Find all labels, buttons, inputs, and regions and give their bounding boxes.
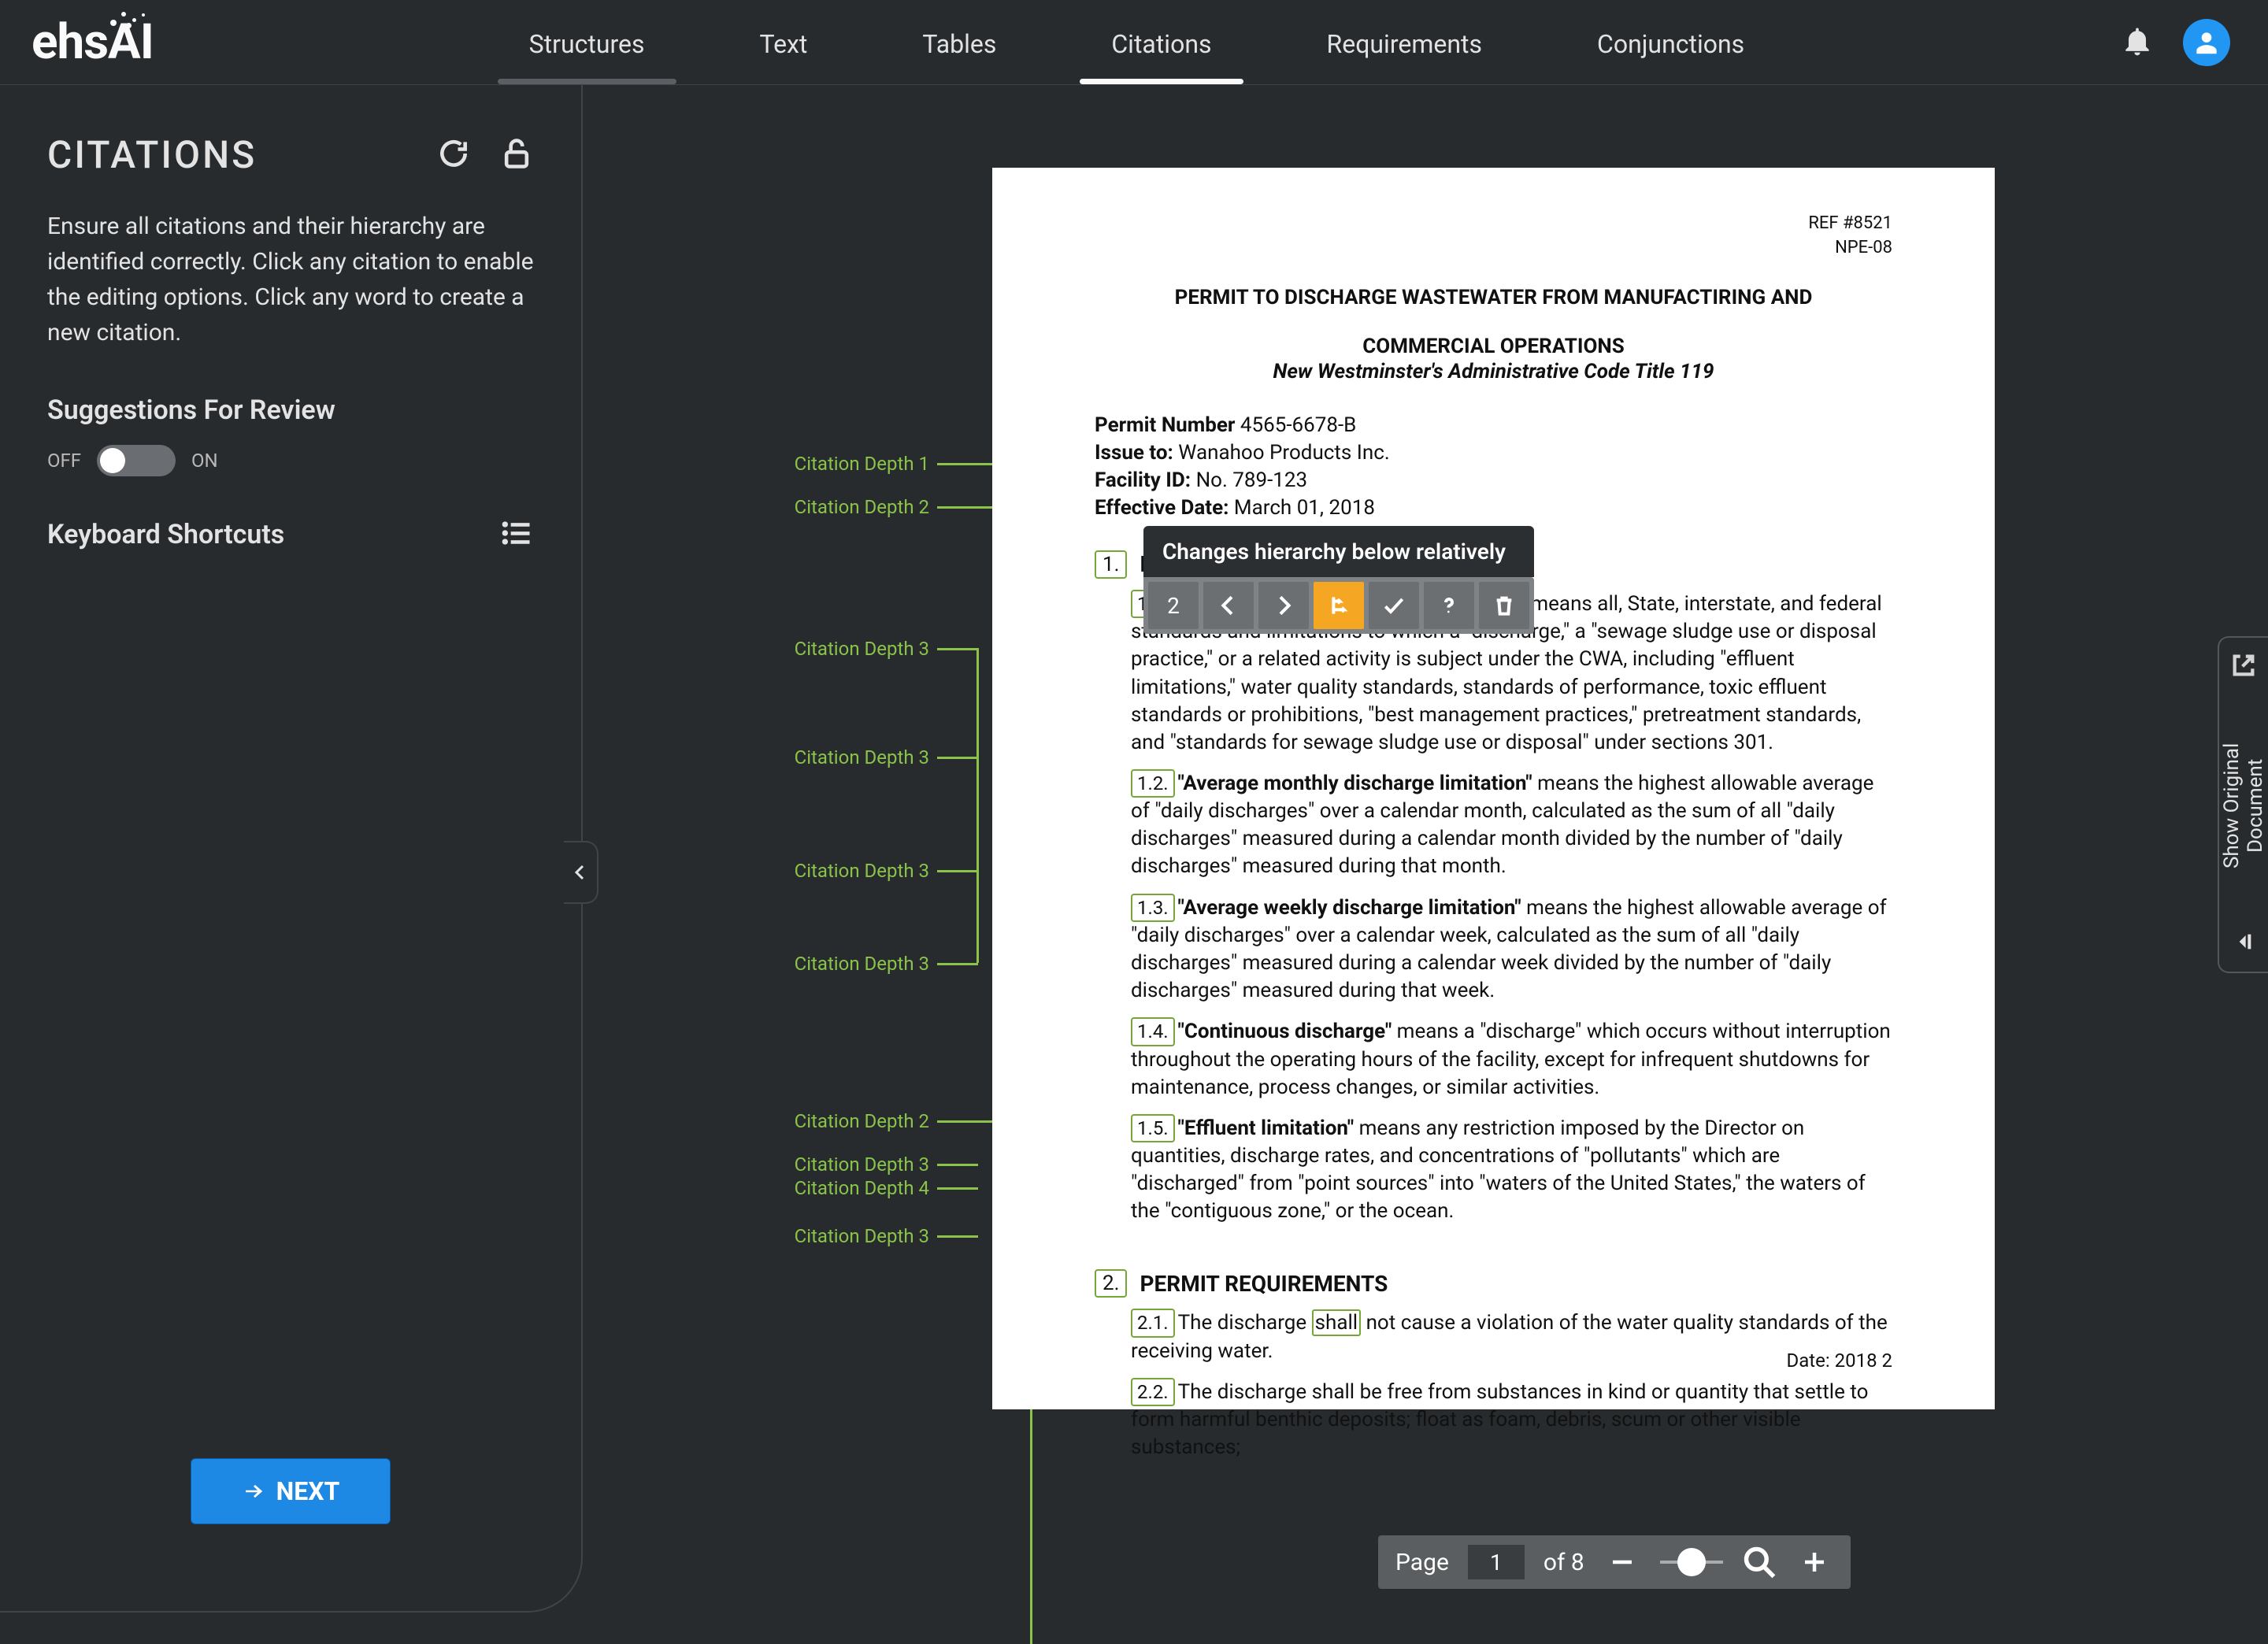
depth-label-3c: Citation Depth 3	[795, 860, 929, 882]
depth-label-3d: Citation Depth 3	[795, 953, 929, 975]
popout-icon[interactable]	[2230, 652, 2257, 682]
nav-requirements[interactable]: Requirements	[1321, 1, 1489, 84]
definition-2-1[interactable]: 2.1.The discharge shall not cause a viol…	[1131, 1309, 1892, 1364]
highlight-shall[interactable]: shall	[1312, 1309, 1362, 1336]
page-footer: Date: 2018 2	[1786, 1350, 1892, 1372]
page-of-label: of 8	[1544, 1549, 1584, 1576]
citation-1-2[interactable]: 1.2.	[1131, 769, 1175, 798]
document-page[interactable]: REF #8521 NPE-08 PERMIT TO DISCHARGE WAS…	[992, 168, 1995, 1409]
sidebar-header-actions	[436, 136, 534, 174]
citation-1[interactable]: 1.	[1095, 550, 1127, 579]
confirm-button[interactable]	[1369, 582, 1419, 629]
hierarchy-next-button[interactable]	[1258, 582, 1309, 629]
depth-label-1: Citation Depth 1	[795, 453, 929, 475]
citation-1-5[interactable]: 1.5.	[1131, 1114, 1175, 1142]
citation-1-3[interactable]: 1.3.	[1131, 894, 1175, 922]
unlock-icon[interactable]	[499, 136, 534, 174]
keyboard-shortcuts-title: Keyboard Shortcuts	[47, 519, 284, 550]
show-original-drawer[interactable]: Show Original Document	[2218, 636, 2268, 973]
sidebar-title: CITATIONS	[47, 132, 257, 177]
depth-label-3a: Citation Depth 3	[795, 638, 929, 660]
sidebar-header: CITATIONS	[47, 132, 534, 177]
doc-ref: REF #8521 NPE-08	[1095, 212, 1892, 261]
citation-edit-toolbar: Changes hierarchy below relatively	[1143, 526, 1534, 634]
definition-2-2[interactable]: 2.2.The discharge shall be free from sub…	[1131, 1378, 1892, 1462]
zoom-in-button[interactable]	[1796, 1543, 1833, 1581]
section-2-header[interactable]: 2. PERMIT REQUIREMENTS	[1095, 1269, 1892, 1298]
magnifier-icon	[1742, 1545, 1777, 1579]
depth-label-2a: Citation Depth 2	[795, 496, 929, 518]
nav-tables[interactable]: Tables	[916, 1, 1002, 84]
hierarchy-level-input[interactable]	[1148, 582, 1199, 629]
nav-structures[interactable]: Structures	[523, 1, 651, 84]
definition-1-2[interactable]: 1.2."Average monthly discharge limitatio…	[1131, 769, 1892, 881]
hierarchy-relative-button[interactable]	[1314, 582, 1364, 629]
toolbar-tooltip: Changes hierarchy below relatively	[1143, 526, 1534, 577]
logo-dots-icon	[110, 9, 158, 28]
depth-label-3f: Citation Depth 3	[795, 1225, 929, 1247]
depth-label-3b: Citation Depth 3	[795, 746, 929, 768]
suggestions-toggle[interactable]	[97, 445, 176, 476]
list-icon	[499, 516, 534, 554]
zoom-slider[interactable]	[1660, 1561, 1723, 1564]
drawer-arrow-icon	[2231, 929, 2256, 957]
page-number-input[interactable]	[1468, 1545, 1525, 1579]
refresh-icon[interactable]	[436, 136, 471, 174]
toggle-on-label: ON	[191, 450, 218, 472]
definition-1-5[interactable]: 1.5."Effluent limitation" means any rest…	[1131, 1114, 1892, 1226]
app-logo: ehsAI	[32, 13, 154, 71]
doc-title-line1: PERMIT TO DISCHARGE WASTEWATER FROM MANU…	[1095, 286, 1892, 309]
citation-2-2[interactable]: 2.2.	[1131, 1378, 1175, 1406]
nav-text[interactable]: Text	[754, 1, 814, 84]
citations-sidebar: CITATIONS Ensure all citations and their…	[0, 85, 583, 1613]
depth-label-3e: Citation Depth 3	[795, 1153, 929, 1176]
nav-citations[interactable]: Citations	[1105, 1, 1217, 84]
next-button[interactable]: NEXT	[191, 1458, 391, 1524]
suggestions-title: Suggestions For Review	[47, 394, 534, 426]
drawer-label: Show Original Document	[2220, 696, 2267, 915]
toggle-off-label: OFF	[47, 450, 81, 472]
hierarchy-prev-button[interactable]	[1203, 582, 1254, 629]
citation-2[interactable]: 2.	[1095, 1269, 1127, 1298]
citation-1-4[interactable]: 1.4.	[1131, 1017, 1175, 1046]
next-button-label: NEXT	[276, 1476, 340, 1506]
nav-conjunctions[interactable]: Conjunctions	[1591, 1, 1751, 84]
citation-depth-labels: Citation Depth 1 Citation Depth 2 Citati…	[677, 85, 929, 1613]
sidebar-description: Ensure all citations and their hierarchy…	[47, 209, 534, 350]
notifications-icon[interactable]	[2120, 24, 2155, 61]
help-button[interactable]	[1424, 582, 1474, 629]
definition-1-3[interactable]: 1.3."Average weekly discharge limitation…	[1131, 894, 1892, 1005]
topbar: ehsAI Structures Text Tables Citations R…	[0, 0, 2268, 85]
document-area: Citation Depth 1 Citation Depth 2 Citati…	[583, 85, 2268, 1613]
doc-title-line2: COMMERCIAL OPERATIONS	[1095, 335, 1892, 358]
user-avatar[interactable]	[2183, 19, 2230, 66]
zoom-out-button[interactable]	[1603, 1543, 1641, 1581]
page-label: Page	[1395, 1549, 1449, 1576]
definition-1-4[interactable]: 1.4."Continuous discharge" means a "disc…	[1131, 1017, 1892, 1102]
keyboard-shortcuts-row[interactable]: Keyboard Shortcuts	[47, 516, 534, 554]
depth-label-4a: Citation Depth 4	[795, 1177, 929, 1199]
main-nav: Structures Text Tables Citations Require…	[154, 1, 2120, 84]
delete-button[interactable]	[1479, 582, 1529, 629]
depth-label-2b: Citation Depth 2	[795, 1110, 929, 1132]
doc-meta: Permit Number 4565-6678-B Issue to: Wana…	[1095, 412, 1892, 522]
suggestions-toggle-row: OFF ON	[47, 445, 534, 476]
citation-2-1[interactable]: 2.1.	[1131, 1309, 1175, 1337]
page-toolbar: Page of 8	[1378, 1535, 1851, 1589]
doc-subtitle: New Westminster's Administrative Code Ti…	[1095, 360, 1892, 383]
header-actions	[2120, 19, 2230, 66]
